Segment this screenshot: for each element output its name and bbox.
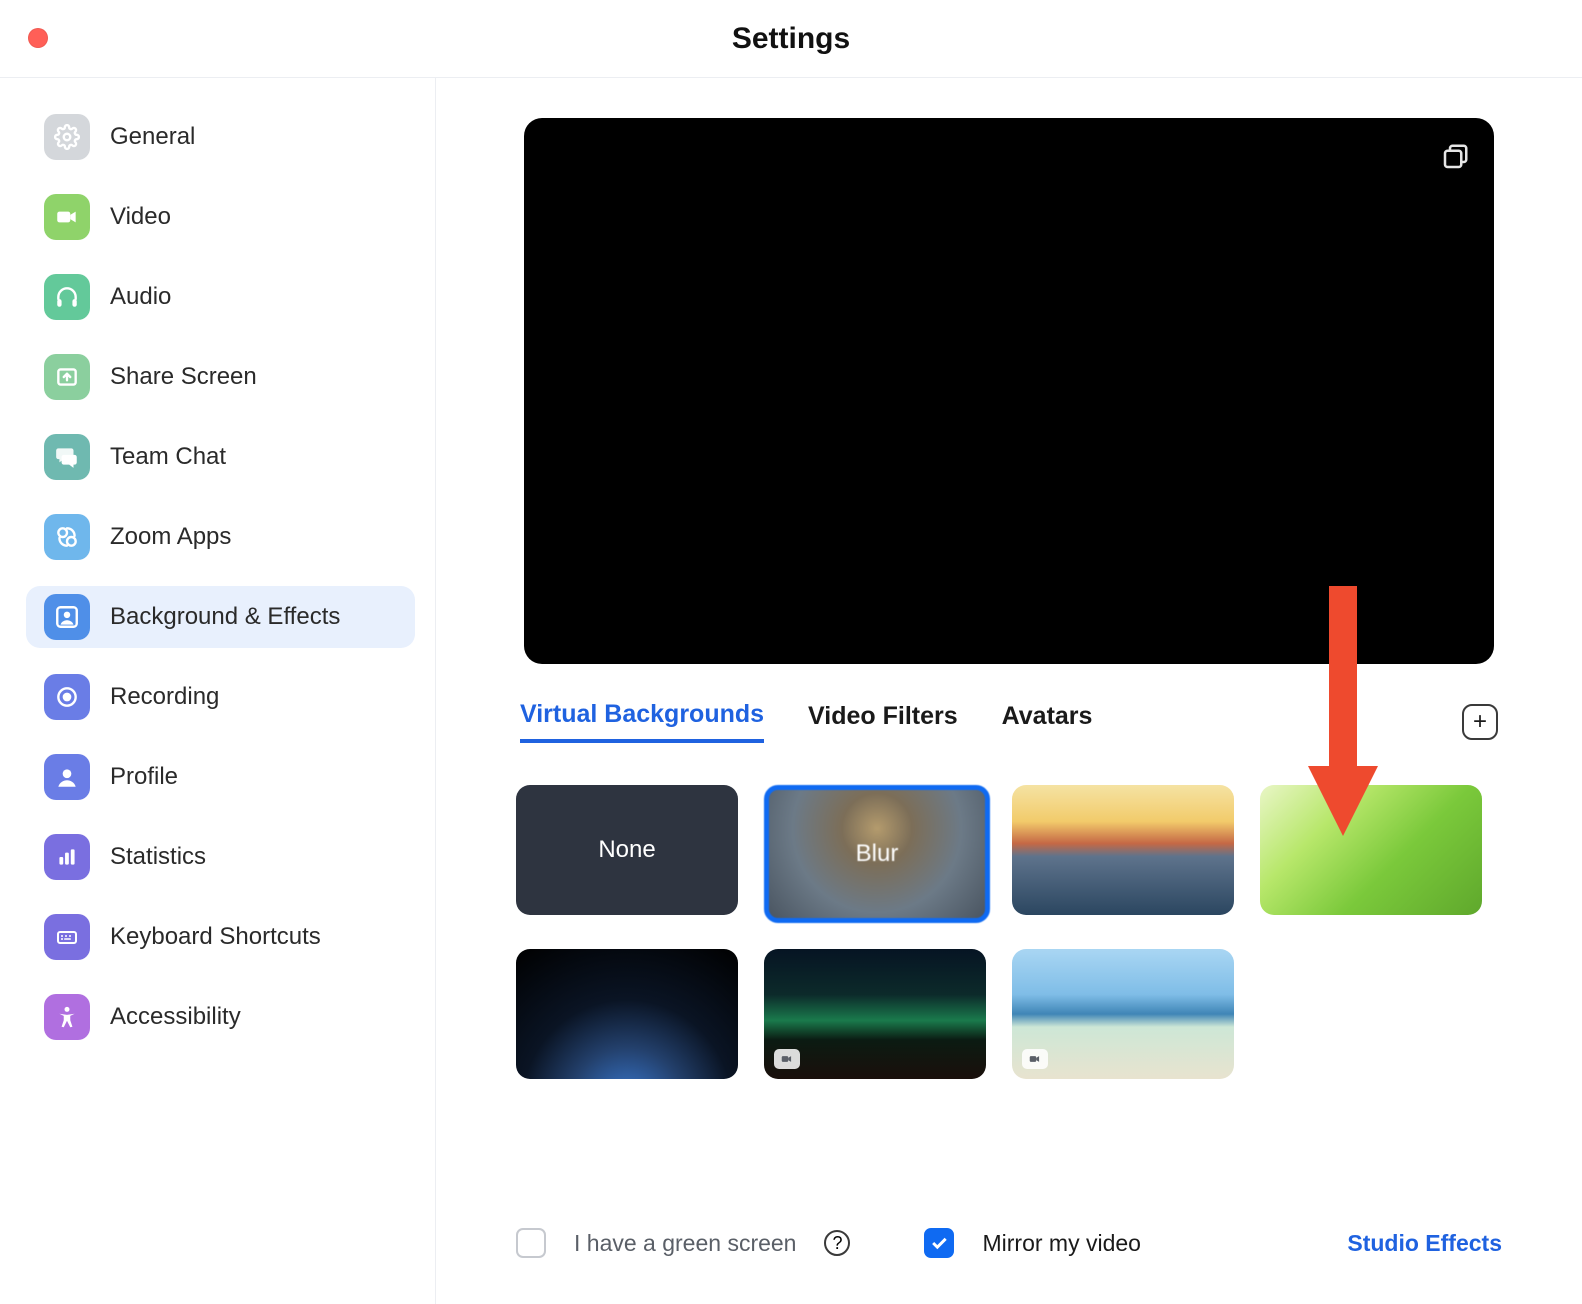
sidebar-item-video[interactable]: Video (26, 186, 415, 248)
settings-sidebar: General Video Audio Share Screen Team Chat Zo… (0, 78, 436, 1304)
sidebar-item-recording[interactable]: Recording (26, 666, 415, 728)
video-badge-icon (774, 1049, 800, 1069)
background-tile-bridge[interactable] (1012, 785, 1234, 915)
sidebar-item-label: Zoom Apps (110, 523, 231, 551)
window-title: Settings (732, 22, 850, 56)
window-close-button[interactable] (28, 28, 48, 48)
sidebar-item-label: Share Screen (110, 363, 257, 391)
sidebar-item-label: Recording (110, 683, 219, 711)
video-preview (524, 118, 1494, 664)
sidebar-item-label: Keyboard Shortcuts (110, 923, 321, 951)
tab-avatars[interactable]: Avatars (1002, 702, 1093, 741)
sidebar-item-audio[interactable]: Audio (26, 266, 415, 328)
tab-video-filters[interactable]: Video Filters (808, 702, 958, 741)
chat-icon (44, 434, 90, 480)
titlebar: Settings (0, 0, 1582, 78)
record-icon (44, 674, 90, 720)
green-screen-help-icon[interactable]: ? (824, 1230, 850, 1256)
tabs-row: Virtual Backgrounds Video Filters Avatars + (516, 700, 1502, 743)
green-screen-checkbox[interactable] (516, 1228, 546, 1258)
rotate-camera-button[interactable] (1440, 142, 1470, 172)
mirror-video-label: Mirror my video (982, 1230, 1140, 1257)
sidebar-item-label: Video (110, 203, 171, 231)
sidebar-item-label: Background & Effects (110, 603, 340, 631)
background-tile-label: None (598, 836, 655, 864)
sidebar-item-label: General (110, 123, 195, 151)
sidebar-item-profile[interactable]: Profile (26, 746, 415, 808)
portrait-icon (44, 594, 90, 640)
stats-icon (44, 834, 90, 880)
sidebar-item-general[interactable]: General (26, 106, 415, 168)
background-tile-blur[interactable]: Blur (764, 785, 990, 923)
apps-icon (44, 514, 90, 560)
sidebar-item-team-chat[interactable]: Team Chat (26, 426, 415, 488)
video-badge-icon (1022, 1049, 1048, 1069)
accessibility-icon (44, 994, 90, 1040)
background-tile-grass[interactable] (1260, 785, 1482, 915)
background-tile-label: Blur (856, 840, 899, 868)
studio-effects-link[interactable]: Studio Effects (1347, 1230, 1502, 1257)
sidebar-item-label: Profile (110, 763, 178, 791)
sidebar-item-keyboard-shortcuts[interactable]: Keyboard Shortcuts (26, 906, 415, 968)
headphones-icon (44, 274, 90, 320)
tab-virtual-backgrounds[interactable]: Virtual Backgrounds (520, 700, 764, 743)
sidebar-item-background-effects[interactable]: Background & Effects (26, 586, 415, 648)
background-tile-none[interactable]: None (516, 785, 738, 915)
keyboard-icon (44, 914, 90, 960)
mirror-video-checkbox[interactable] (924, 1228, 954, 1258)
settings-content: Virtual Backgrounds Video Filters Avatars +… (436, 78, 1582, 1304)
background-tile-aurora[interactable] (764, 949, 986, 1079)
sidebar-item-zoom-apps[interactable]: Zoom Apps (26, 506, 415, 568)
gear-icon (44, 114, 90, 160)
background-tile-beach[interactable] (1012, 949, 1234, 1079)
sidebar-item-statistics[interactable]: Statistics (26, 826, 415, 888)
sidebar-item-label: Statistics (110, 843, 206, 871)
add-background-button[interactable]: + (1462, 704, 1498, 740)
bottom-options: I have a green screen ? Mirror my video … (516, 1228, 1502, 1258)
green-screen-label: I have a green screen (574, 1230, 796, 1257)
profile-icon (44, 754, 90, 800)
video-icon (44, 194, 90, 240)
background-tile-earth[interactable] (516, 949, 738, 1079)
sidebar-item-label: Team Chat (110, 443, 226, 471)
sidebar-item-label: Audio (110, 283, 171, 311)
share-icon (44, 354, 90, 400)
sidebar-item-share-screen[interactable]: Share Screen (26, 346, 415, 408)
background-grid: None Blur (516, 785, 1502, 1079)
sidebar-item-label: Accessibility (110, 1003, 241, 1031)
sidebar-item-accessibility[interactable]: Accessibility (26, 986, 415, 1048)
